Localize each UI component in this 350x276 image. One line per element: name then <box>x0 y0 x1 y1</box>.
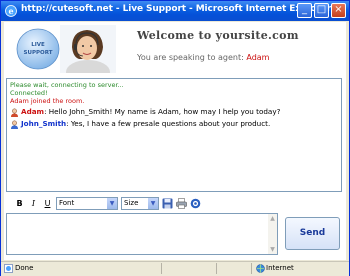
font-select[interactable]: Font ▼ <box>56 197 118 210</box>
status-text: Done <box>15 264 34 272</box>
page-content: LIVE SUPPORT Welcome to yoursite.com You… <box>4 22 346 260</box>
agent-info: You are speaking to agent: Adam <box>137 53 269 62</box>
size-select-value: Size <box>124 199 139 207</box>
system-message: Adam joined the room. <box>10 97 84 105</box>
agent-name: Adam <box>246 53 270 62</box>
print-icon[interactable] <box>176 198 187 209</box>
scroll-up-icon[interactable]: ▲ <box>269 215 276 222</box>
underline-button[interactable]: U <box>42 198 53 209</box>
format-toolbar: B I U Font ▼ Size ▼ <box>6 196 342 211</box>
status-bar: Done Internet <box>1 261 349 276</box>
message-sender: John_Smith <box>21 119 67 128</box>
status-divider <box>251 263 252 274</box>
save-icon[interactable] <box>162 198 173 209</box>
status-divider <box>216 263 217 274</box>
browser-window: e http://cutesoft.net - Live Support - M… <box>0 0 350 276</box>
window-title: http://cutesoft.net - Live Support - Mic… <box>21 4 332 14</box>
security-zone: Internet <box>266 264 294 272</box>
agent-prefix: You are speaking to agent: <box>137 53 244 62</box>
font-select-value: Font <box>59 199 75 207</box>
input-scrollbar[interactable]: ▲ ▼ <box>268 214 277 254</box>
internet-zone-icon <box>256 264 265 273</box>
system-message-text: Please wait, connecting to server... <box>10 81 124 89</box>
visitor-avatar-icon <box>11 120 18 129</box>
svg-text:e: e <box>8 6 13 16</box>
send-button[interactable]: Send <box>285 217 340 250</box>
system-message: Please wait, connecting to server... <box>10 81 124 89</box>
maximize-button[interactable]: □ <box>314 3 329 18</box>
chat-message: John_Smith: Yes, I have a few presale qu… <box>10 119 270 129</box>
agent-avatar-icon <box>11 108 18 117</box>
live-support-logo: LIVE SUPPORT <box>16 25 116 84</box>
welcome-heading: Welcome to yoursite.com <box>137 29 299 42</box>
italic-button[interactable]: I <box>28 198 39 209</box>
message-text: Hello John_Smith! My name is Adam, how m… <box>48 107 281 116</box>
scroll-down-icon[interactable]: ▼ <box>269 246 276 253</box>
chevron-down-icon: ▼ <box>148 198 158 209</box>
close-button[interactable]: × <box>331 3 346 18</box>
logo-text-support: SUPPORT <box>24 50 53 56</box>
system-message-text: Connected! <box>10 89 48 97</box>
message-input[interactable]: ▲ ▼ <box>6 213 278 255</box>
page-done-icon <box>4 264 13 273</box>
bold-button[interactable]: B <box>14 198 25 209</box>
logo-text-live: LIVE <box>31 42 45 48</box>
emoticon-icon[interactable] <box>190 198 201 209</box>
system-message: Connected! <box>10 89 48 97</box>
message-sender: Adam <box>21 107 45 116</box>
message-text: Yes, I have a few presale questions abou… <box>70 119 271 128</box>
chevron-down-icon: ▼ <box>107 198 117 209</box>
title-bar[interactable]: e http://cutesoft.net - Live Support - M… <box>1 1 349 21</box>
minimize-button[interactable]: _ <box>297 3 312 18</box>
support-header: LIVE SUPPORT Welcome to yoursite.com You… <box>4 22 346 84</box>
size-select[interactable]: Size ▼ <box>121 197 159 210</box>
chat-message: Adam: Hello John_Smith! My name is Adam,… <box>10 107 280 117</box>
status-divider <box>161 263 162 274</box>
internet-explorer-icon: e <box>5 5 17 17</box>
system-message-text: Adam joined the room. <box>10 97 85 105</box>
chat-transcript[interactable]: Please wait, connecting to server... Con… <box>6 78 342 192</box>
